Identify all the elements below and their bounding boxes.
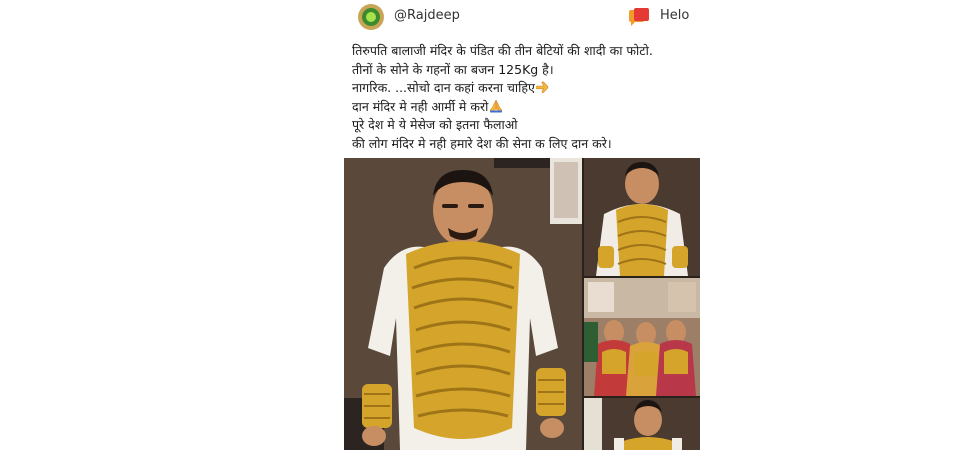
bottom-right-photo-drawing [584,398,700,450]
post-text-line-2: तीनों के सोने के गहनों का बजन 125Kg है। [352,61,554,77]
page: @Rajdeep Helo तिरुपति बालाजी मंदिर के पं… [0,0,980,450]
main-photo[interactable] [344,158,582,450]
photo-collage[interactable] [344,158,700,450]
middle-right-photo-drawing [584,278,700,396]
post-text-line-6: की लोग मंदिर मे नही हमारे देश की सेना क … [352,135,612,151]
profile-avatar-icon[interactable] [358,4,384,30]
post-text-line-1: तिरुपति बालाजी मंदिर के पंडित की तीन बेट… [352,43,653,58]
post-text-line-4: दान मंदिर मे नही आर्मी मे करो [352,98,698,117]
avatar-inner [362,8,380,26]
folded-hands-icon [489,99,503,113]
post-text-line-5: पूरे देश मे ये मेसेज को इतना फैलाओ [352,117,518,132]
app-name: Helo [660,8,690,23]
middle-right-photo[interactable] [584,278,700,396]
post-text: तिरुपति बालाजी मंदिर के पंडित की तीन बेट… [352,42,698,153]
post-card: @Rajdeep Helo तिरुपति बालाजी मंदिर के पं… [344,0,700,450]
top-right-photo-drawing [584,158,700,276]
post-text-line-4-text: दान मंदिर मे नही आर्मी मे करो [352,98,489,114]
bottom-right-photo[interactable] [584,398,700,450]
post-text-line-3-text: नागरिक. ...सोचो दान कहां करना चाहिए [352,80,535,95]
post-text-line-3: नागरिक. ...सोचो दान कहां करना चाहिए [352,79,698,98]
top-right-photo[interactable] [584,158,700,276]
avatar-dot [366,12,376,22]
post-header: @Rajdeep Helo [344,0,700,34]
pointing-hand-icon [535,80,550,94]
username[interactable]: @Rajdeep [394,8,460,23]
main-photo-drawing [344,158,582,450]
helo-chat-icon [629,8,649,26]
